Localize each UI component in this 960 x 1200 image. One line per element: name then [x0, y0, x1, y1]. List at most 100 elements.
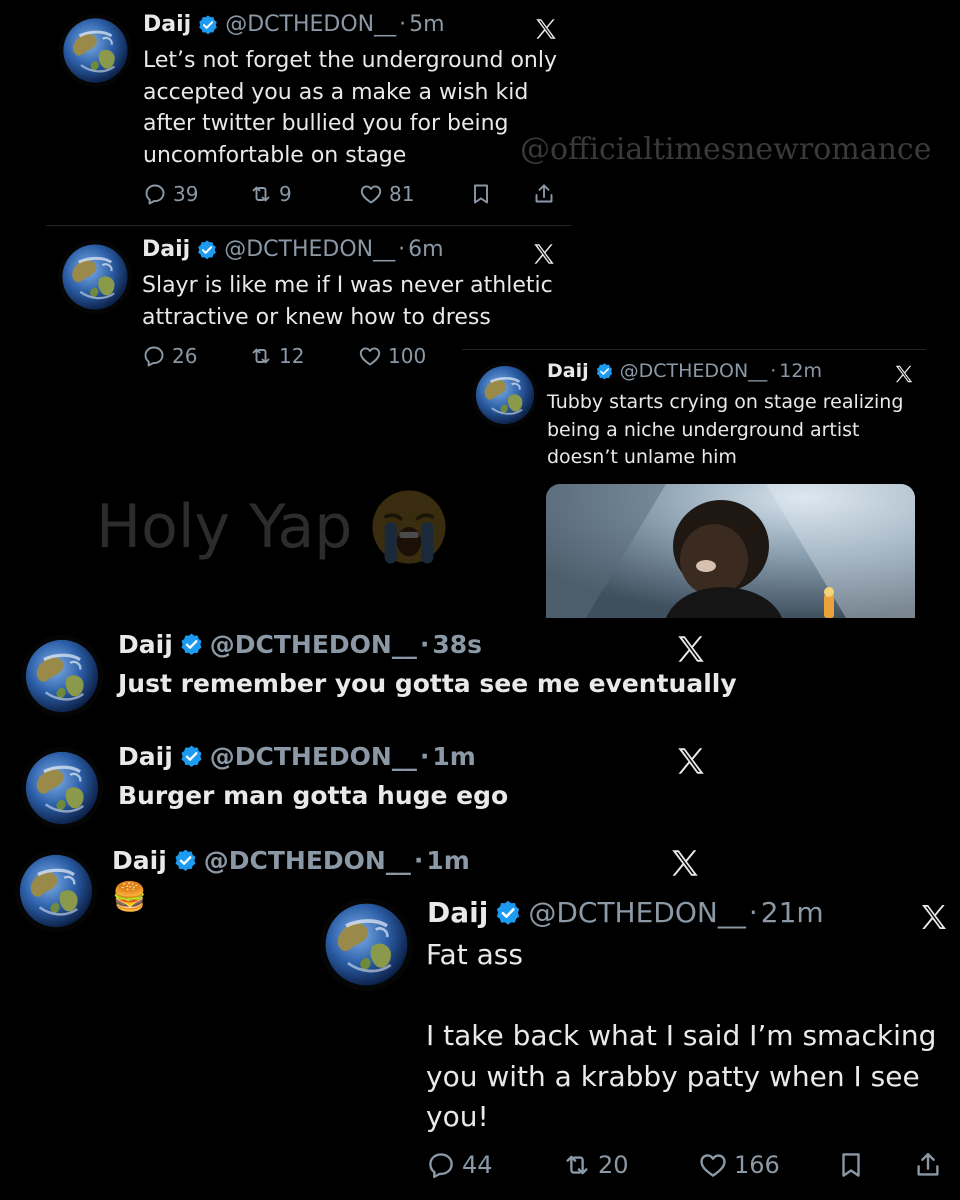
overlay-text: Holy Yap [96, 492, 353, 562]
reply-count: 26 [172, 344, 198, 368]
tweet-actions: 44 20 166 [426, 1150, 946, 1186]
share-button[interactable] [532, 182, 562, 206]
avatar[interactable] [21, 635, 103, 717]
x-logo-icon [674, 744, 708, 778]
heart-icon [698, 1150, 728, 1180]
share-button[interactable] [913, 1150, 949, 1180]
display-name[interactable]: Daij [547, 360, 589, 382]
timestamp[interactable]: 21m [761, 896, 824, 929]
tweet-header: Daij @DCTHEDON__ · 5m [143, 12, 445, 37]
avatar[interactable] [59, 14, 132, 87]
x-logo-icon [674, 632, 708, 666]
globe-avatar-icon [59, 14, 132, 87]
display-name[interactable]: Daij [118, 742, 173, 771]
like-count: 100 [388, 344, 427, 368]
tweet-text: Let’s not forget the underground only ac… [143, 48, 557, 168]
display-name[interactable]: Daij [142, 237, 190, 262]
repost-button[interactable]: 20 [562, 1150, 629, 1180]
user-handle[interactable]: @DCTHEDON__ [210, 742, 417, 771]
reply-icon [143, 182, 167, 206]
user-handle[interactable]: @DCTHEDON__ [204, 846, 411, 875]
x-logo-icon [533, 16, 559, 42]
like-count: 81 [389, 182, 415, 206]
display-name[interactable]: Daij [427, 896, 488, 929]
verified-badge-icon [494, 899, 522, 927]
repost-icon [249, 344, 273, 368]
tweet-text: Slayr is like me if I was never athletic… [142, 273, 553, 330]
reply-button[interactable]: 39 [143, 182, 198, 206]
user-handle[interactable]: @DCTHEDON__ [225, 12, 396, 37]
tweet-actions: 39 9 81 [143, 182, 563, 212]
globe-avatar-icon [21, 747, 103, 829]
user-handle[interactable]: @DCTHEDON__ [620, 360, 768, 382]
tweet-header: Daij @DCTHEDON__ · 6m [142, 237, 444, 262]
tweet-7[interactable]: Daij @DCTHEDON__ · 21m Fat ass I take ba… [310, 885, 960, 1200]
divider [46, 225, 572, 226]
bookmark-button[interactable] [469, 182, 499, 206]
repost-icon [249, 182, 273, 206]
heart-icon [359, 182, 383, 206]
reply-count: 44 [462, 1151, 493, 1179]
separator-dot: · [419, 630, 430, 659]
timestamp[interactable]: 6m [408, 237, 443, 262]
verified-badge-icon [595, 362, 614, 381]
display-name[interactable]: Daij [118, 630, 173, 659]
tweet-header: Daij @DCTHEDON__ · 38s [118, 630, 482, 659]
tweet-5[interactable]: Daij @DCTHEDON__ · 1m Burger man gotta h… [0, 732, 720, 842]
display-name[interactable]: Daij [143, 12, 191, 37]
x-logo-icon [531, 241, 557, 267]
reply-button[interactable]: 44 [426, 1150, 493, 1180]
separator-dot: · [419, 742, 430, 771]
display-name[interactable]: Daij [112, 846, 167, 875]
avatar[interactable] [320, 898, 413, 991]
globe-avatar-icon [472, 362, 538, 428]
like-button[interactable]: 81 [359, 182, 414, 206]
photo-crying-performer [546, 484, 915, 618]
repost-count: 12 [279, 344, 305, 368]
repost-button[interactable]: 9 [249, 182, 292, 206]
timestamp[interactable]: 1m [426, 846, 469, 875]
like-button[interactable]: 100 [358, 344, 426, 368]
share-icon [532, 182, 556, 206]
avatar[interactable] [58, 240, 132, 314]
repost-icon [562, 1150, 592, 1180]
tweet-header: Daij @DCTHEDON__ · 12m [547, 360, 822, 382]
tweet-text: Burger man gotta huge ego [118, 781, 509, 810]
avatar[interactable] [21, 747, 103, 829]
user-handle[interactable]: @DCTHEDON__ [210, 630, 417, 659]
verified-badge-icon [179, 632, 204, 657]
tweet-text: Tubby starts crying on stage realizing b… [547, 391, 904, 468]
bookmark-icon [836, 1150, 866, 1180]
reply-button[interactable]: 26 [142, 344, 197, 368]
share-icon [913, 1150, 943, 1180]
timestamp[interactable]: 5m [409, 12, 444, 37]
reply-icon [142, 344, 166, 368]
like-button[interactable]: 166 [698, 1150, 780, 1180]
avatar[interactable] [15, 850, 97, 932]
separator-dot: · [413, 846, 424, 875]
timestamp[interactable]: 38s [432, 630, 482, 659]
tweet-media-image[interactable] [546, 484, 915, 618]
tweet-text: Just remember you gotta see me eventuall… [118, 669, 737, 698]
reply-count: 39 [173, 182, 199, 206]
loudly-crying-face-icon [372, 490, 446, 564]
x-logo-icon [893, 363, 915, 385]
heart-icon [358, 344, 382, 368]
overlay-caption: Holy Yap [96, 488, 448, 566]
globe-avatar-icon [320, 898, 413, 991]
repost-button[interactable]: 12 [249, 344, 304, 368]
verified-badge-icon [179, 744, 204, 769]
separator-dot: · [748, 896, 758, 929]
timestamp[interactable]: 1m [432, 742, 475, 771]
separator-dot: · [399, 12, 407, 37]
verified-badge-icon [197, 14, 219, 36]
tweet-1[interactable]: Daij @DCTHEDON__ · 5m Let’s not forget t… [0, 0, 600, 230]
bookmark-button[interactable] [836, 1150, 872, 1180]
timestamp[interactable]: 12m [779, 360, 822, 382]
tweet-4[interactable]: Daij @DCTHEDON__ · 38s Just remember you… [0, 620, 737, 730]
user-handle[interactable]: @DCTHEDON__ [224, 237, 395, 262]
user-handle[interactable]: @DCTHEDON__ [528, 896, 746, 929]
avatar[interactable] [472, 362, 538, 428]
verified-badge-icon [196, 239, 218, 261]
verified-badge-icon [173, 848, 198, 873]
